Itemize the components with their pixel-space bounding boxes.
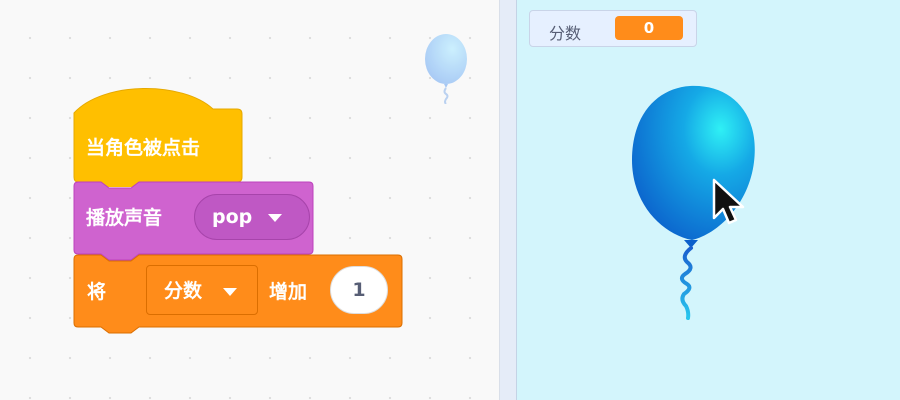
variable-monitor-label: 分数: [549, 24, 582, 43]
variable-dropdown[interactable]: 分数: [146, 265, 258, 315]
sound-dropdown[interactable]: pop: [194, 194, 310, 240]
change-variable-block[interactable]: 将 分数 增加 1: [73, 253, 403, 338]
change-variable-label-set: 将: [87, 281, 107, 303]
chevron-down-icon: [268, 214, 282, 222]
balloon-sprite-icon[interactable]: [630, 82, 760, 322]
hat-block-label: 当角色被点击: [86, 137, 201, 159]
variable-monitor-value: 0: [615, 16, 683, 40]
play-sound-label: 播放声音: [86, 207, 163, 229]
variable-dropdown-value: 分数: [164, 280, 203, 302]
variable-monitor: 分数 0: [529, 10, 697, 47]
change-amount-input[interactable]: 1: [330, 266, 388, 314]
when-sprite-clicked-block[interactable]: 当角色被点击: [73, 87, 243, 187]
play-sound-block[interactable]: 播放声音 pop: [73, 180, 314, 261]
code-area[interactable]: 当角色被点击 播放声音 pop 将 分数 增加 1: [0, 0, 500, 400]
chevron-down-icon: [223, 288, 237, 296]
sound-dropdown-value: pop: [212, 206, 253, 228]
change-variable-label-change: 增加: [269, 281, 308, 303]
stage[interactable]: 分数 0: [516, 0, 900, 400]
balloon-sprite-thumbnail-icon: [425, 34, 467, 104]
